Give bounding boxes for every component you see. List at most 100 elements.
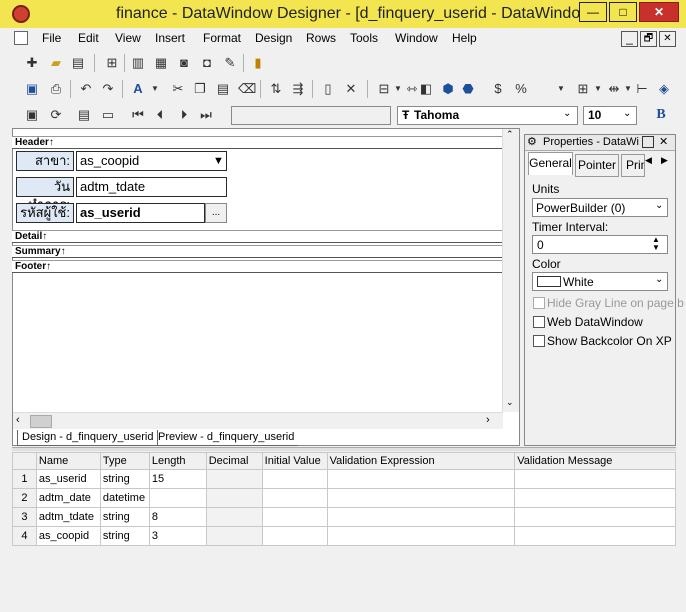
last-page-icon[interactable]: ⏭	[198, 107, 214, 123]
cell-validation-message[interactable]	[514, 507, 676, 527]
properties-icon[interactable]: ▯	[320, 81, 336, 97]
cell-validation-message[interactable]	[514, 488, 676, 508]
spin-down-icon[interactable]: ▼	[652, 243, 660, 252]
label-branch[interactable]: สาขา:	[16, 151, 74, 171]
cell-decimal[interactable]	[205, 469, 263, 489]
scroll-thumb[interactable]	[30, 415, 52, 428]
cell-validation-message[interactable]	[514, 469, 676, 489]
web-datawindow-checkbox[interactable]	[533, 316, 545, 328]
horizontal-scrollbar[interactable]: ‹ ›	[13, 412, 503, 429]
color-select[interactable]: White ⌄	[532, 272, 668, 291]
prior-page-icon[interactable]: ⏴	[152, 107, 168, 123]
table-row[interactable]: 2 adtm_date datetime	[12, 488, 676, 508]
cell-validation-expression[interactable]	[326, 469, 516, 489]
style-input[interactable]	[231, 106, 391, 125]
child-restore-button[interactable]: 🗗	[640, 31, 657, 47]
label-workdate[interactable]: วันทำการ:	[16, 177, 74, 212]
dropdown-arrow-icon[interactable]: ▼	[590, 81, 606, 97]
clear-icon[interactable]: ⌫	[238, 81, 256, 97]
tab-order-icon[interactable]: ⇶	[290, 81, 306, 97]
grid-lines-icon[interactable]: ⊞	[575, 81, 591, 97]
child-close-button[interactable]: ✕	[659, 31, 676, 47]
cut-icon[interactable]: ✂	[170, 81, 186, 97]
open-folder-icon[interactable]: ▰	[48, 55, 64, 71]
paste-icon[interactable]: ▤	[215, 81, 231, 97]
dropdown-arrow-icon[interactable]: ▼	[147, 81, 163, 97]
menu-view[interactable]: View	[115, 31, 141, 45]
library-icon[interactable]: ▤	[70, 55, 86, 71]
menu-rows[interactable]: Rows	[306, 31, 336, 45]
cell-name[interactable]: adtm_date	[35, 488, 101, 508]
cell-decimal[interactable]	[205, 507, 263, 527]
cell-length[interactable]	[148, 488, 207, 508]
cell-type[interactable]: string	[99, 526, 150, 546]
field-coopid[interactable]: as_coopid ▼	[76, 151, 227, 171]
cell-length[interactable]: 8	[148, 507, 207, 527]
copy-icon[interactable]: ❐	[192, 81, 208, 97]
cell-name[interactable]: as_coopid	[35, 526, 101, 546]
menu-insert[interactable]: Insert	[155, 31, 185, 45]
close-painter-icon[interactable]: ✕	[343, 81, 359, 97]
scroll-left-icon[interactable]: ‹	[16, 414, 20, 426]
menu-file[interactable]: File	[42, 31, 61, 45]
spacing-icon[interactable]: ⊢	[634, 81, 650, 97]
text-color-icon[interactable]: A	[130, 81, 146, 97]
cell-name[interactable]: adtm_tdate	[35, 507, 101, 527]
percent-icon[interactable]: %	[513, 81, 529, 97]
tab-pointer[interactable]: Pointer	[575, 154, 619, 177]
cell-type[interactable]: datetime	[99, 488, 150, 508]
tab-preview[interactable]: Preview - d_finquery_userid	[154, 430, 299, 446]
paint-bucket-icon[interactable]: ⬢	[440, 81, 456, 97]
cell-length[interactable]: 15	[148, 469, 207, 489]
cell-decimal[interactable]	[205, 488, 263, 508]
cell-initial-value[interactable]	[261, 488, 328, 508]
first-page-icon[interactable]: ⏮	[130, 107, 146, 123]
scroll-right-icon[interactable]: ›	[486, 414, 490, 426]
properties-maximize-button[interactable]	[642, 136, 654, 148]
properties-close-button[interactable]: ✕	[659, 135, 668, 148]
next-page-icon[interactable]: ⏵	[176, 107, 192, 123]
units-select[interactable]: PowerBuilder (0) ⌄	[532, 198, 668, 217]
band-header[interactable]: Header↑	[12, 136, 502, 149]
save-icon[interactable]: ▣	[24, 81, 40, 97]
timer-input[interactable]: 0 ▲ ▼	[532, 235, 668, 254]
menu-edit[interactable]: Edit	[78, 31, 99, 45]
panel-splitter[interactable]	[12, 447, 676, 451]
retrieve-icon[interactable]: ⟳	[48, 107, 64, 123]
table-row[interactable]: 1 as_userid string 15	[12, 469, 676, 489]
cell-validation-message[interactable]	[514, 526, 676, 546]
cell-initial-value[interactable]	[261, 526, 328, 546]
db-painter-icon[interactable]: ◘	[199, 55, 215, 71]
tab-design[interactable]: Design - d_finquery_userid	[17, 430, 159, 446]
font-size-select[interactable]: 10 ⌄	[583, 106, 637, 125]
font-name-select[interactable]: Ŧ Tahoma ⌄	[397, 106, 578, 125]
minimize-button[interactable]: —	[579, 2, 607, 22]
show-backcolor-checkbox[interactable]	[533, 335, 545, 347]
child-minimize-button[interactable]: _	[621, 31, 638, 47]
label-userid[interactable]: รหัสผู้ใช้:	[16, 203, 74, 223]
hide-gray-line-checkbox[interactable]	[533, 297, 545, 309]
menu-help[interactable]: Help	[452, 31, 477, 45]
field-userid-button[interactable]: ...	[205, 203, 227, 223]
cell-type[interactable]: string	[99, 507, 150, 527]
tab-scroll-left-icon[interactable]: ◀	[645, 155, 652, 166]
cell-validation-expression[interactable]	[326, 507, 516, 527]
redo-icon[interactable]: ↷	[100, 81, 116, 97]
band-footer[interactable]: Footer↑	[12, 260, 502, 273]
undo-icon[interactable]: ↶	[78, 81, 94, 97]
menu-tools[interactable]: Tools	[350, 31, 378, 45]
cell-validation-expression[interactable]	[326, 526, 516, 546]
maximize-button[interactable]: □	[609, 2, 637, 22]
cell-validation-expression[interactable]	[326, 488, 516, 508]
exit-icon[interactable]: ▮	[250, 55, 266, 71]
tab-general[interactable]: General	[528, 152, 573, 175]
field-tdate[interactable]: adtm_tdate	[76, 177, 227, 197]
script-icon[interactable]: ▥	[130, 55, 146, 71]
delete-row-icon[interactable]: ▭	[100, 107, 116, 123]
print-icon[interactable]: ⎙	[48, 81, 64, 97]
table-row[interactable]: 3 adtm_tdate string 8	[12, 507, 676, 527]
design-canvas[interactable]	[12, 128, 520, 446]
vertical-scrollbar[interactable]: ⌃ ⌄	[502, 129, 519, 412]
table-row[interactable]: 4 as_coopid string 3	[12, 526, 676, 546]
datawindow-icon[interactable]: ▦	[153, 55, 169, 71]
